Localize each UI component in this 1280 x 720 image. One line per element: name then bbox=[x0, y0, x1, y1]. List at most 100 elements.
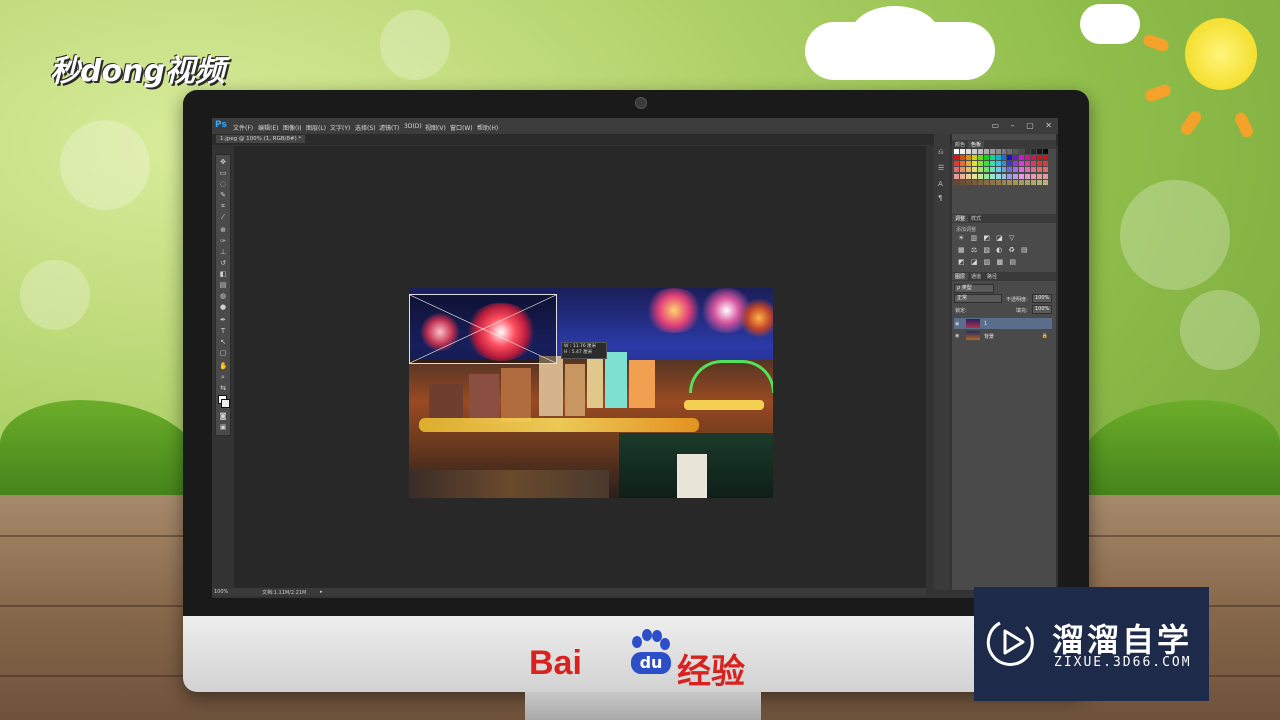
shape-tool-icon[interactable]: ▢ bbox=[219, 350, 227, 357]
swatch[interactable] bbox=[983, 161, 989, 167]
swatch[interactable] bbox=[971, 179, 977, 185]
screen-mode-icon[interactable]: ▣ bbox=[219, 424, 227, 431]
swatch[interactable] bbox=[1013, 173, 1019, 179]
swatch[interactable] bbox=[1031, 179, 1037, 185]
swatch[interactable] bbox=[959, 155, 965, 161]
workspace-icon[interactable]: ▭ bbox=[992, 121, 1000, 130]
swatch[interactable] bbox=[1037, 179, 1043, 185]
swatch[interactable] bbox=[954, 173, 959, 179]
swatch[interactable] bbox=[954, 149, 959, 154]
swatch[interactable] bbox=[1037, 173, 1043, 179]
history-icon[interactable]: ⎌ bbox=[938, 148, 946, 156]
swatch[interactable] bbox=[1025, 173, 1031, 179]
swatch[interactable] bbox=[1043, 155, 1048, 161]
quick-mask-icon[interactable]: ◙ bbox=[219, 413, 227, 420]
menu-file[interactable]: 文件(F) bbox=[233, 123, 253, 132]
swatch[interactable] bbox=[959, 173, 965, 179]
tab-color[interactable]: 颜色 bbox=[952, 141, 968, 148]
hand-tool-icon[interactable]: ✋ bbox=[219, 363, 228, 370]
gradient-tool-icon[interactable]: ▤ bbox=[219, 282, 227, 289]
menu-3d[interactable]: 3D(D) bbox=[404, 123, 422, 130]
swatch[interactable] bbox=[995, 179, 1001, 185]
swatch[interactable] bbox=[983, 179, 989, 185]
swatch[interactable] bbox=[1031, 161, 1037, 167]
swatch[interactable] bbox=[1013, 149, 1019, 154]
swatch[interactable] bbox=[1037, 161, 1043, 167]
adjustment-icons-row[interactable]: ◩ ◪ ▨ ▩ ▤ bbox=[958, 258, 1018, 266]
visibility-eye-icon[interactable]: ◉ bbox=[955, 333, 959, 339]
menu-window[interactable]: 窗口(W) bbox=[450, 123, 473, 132]
swatch[interactable] bbox=[1013, 155, 1019, 161]
swatch[interactable] bbox=[977, 167, 983, 173]
layer-row[interactable]: ◉ 1 bbox=[954, 318, 1052, 329]
swatch[interactable] bbox=[983, 155, 989, 161]
swatch[interactable] bbox=[1025, 149, 1031, 154]
tab-layers[interactable]: 图层 bbox=[952, 273, 969, 280]
swatch[interactable] bbox=[1025, 155, 1031, 161]
swatch[interactable] bbox=[1031, 167, 1037, 173]
swatch[interactable] bbox=[995, 167, 1001, 173]
swatch[interactable] bbox=[983, 149, 989, 154]
swatch[interactable] bbox=[965, 149, 971, 154]
lasso-tool-icon[interactable]: ◌ bbox=[219, 181, 227, 188]
marquee-tool-icon[interactable]: ▭ bbox=[219, 170, 227, 177]
swatch[interactable] bbox=[977, 179, 983, 185]
swatch[interactable] bbox=[995, 173, 1001, 179]
swatch[interactable] bbox=[1019, 173, 1025, 179]
swatch[interactable] bbox=[1013, 167, 1019, 173]
swatch[interactable] bbox=[1001, 161, 1007, 167]
swatch[interactable] bbox=[977, 149, 983, 154]
swatch[interactable] bbox=[1019, 161, 1025, 167]
pen-tool-icon[interactable]: ✒ bbox=[219, 317, 227, 324]
swatch[interactable] bbox=[1037, 155, 1043, 161]
history-brush-icon[interactable]: ↺ bbox=[219, 260, 227, 267]
menu-image[interactable]: 图像(I) bbox=[283, 123, 301, 132]
zoom-level[interactable]: 100% bbox=[214, 589, 228, 595]
menu-edit[interactable]: 编辑(E) bbox=[258, 123, 278, 132]
type-tool-icon[interactable]: T bbox=[219, 328, 227, 335]
swatch[interactable] bbox=[965, 179, 971, 185]
swatch[interactable] bbox=[1001, 149, 1007, 154]
swatch[interactable] bbox=[959, 149, 965, 154]
swatch[interactable] bbox=[1007, 167, 1013, 173]
menu-help[interactable]: 帮助(H) bbox=[477, 123, 498, 132]
swatch[interactable] bbox=[977, 161, 983, 167]
tab-styles[interactable]: 样式 bbox=[968, 215, 984, 222]
properties-icon[interactable]: ☰ bbox=[938, 164, 946, 172]
blend-mode-select[interactable]: 正常 bbox=[954, 294, 1002, 303]
swatch[interactable] bbox=[971, 167, 977, 173]
stamp-tool-icon[interactable]: ⊥ bbox=[219, 249, 227, 256]
canvas-photo[interactable]: W : 11.76 厘米 H : 5.47 厘米 bbox=[409, 288, 773, 498]
swatch[interactable] bbox=[971, 173, 977, 179]
opacity-input[interactable]: 100% bbox=[1032, 294, 1052, 303]
swap-colors-icon[interactable]: ⇆ bbox=[219, 385, 227, 392]
swatch[interactable] bbox=[1037, 149, 1043, 154]
swatch[interactable] bbox=[1019, 179, 1025, 185]
blur-tool-icon[interactable]: ◍ bbox=[219, 293, 227, 300]
swatch[interactable] bbox=[1007, 173, 1013, 179]
eyedropper-tool-icon[interactable]: ⁄ bbox=[219, 214, 227, 221]
swatch[interactable] bbox=[1025, 179, 1031, 185]
menu-select[interactable]: 选择(S) bbox=[355, 123, 376, 132]
zoom-tool-icon[interactable]: ⌕ bbox=[219, 374, 227, 381]
swatch[interactable] bbox=[954, 179, 959, 185]
swatch[interactable] bbox=[954, 161, 959, 167]
brush-tool-icon[interactable]: ✑ bbox=[219, 238, 227, 245]
tab-paths[interactable]: 路径 bbox=[984, 273, 1000, 280]
eraser-tool-icon[interactable]: ◧ bbox=[219, 271, 227, 278]
swatch[interactable] bbox=[977, 173, 983, 179]
character-icon[interactable]: A bbox=[938, 180, 946, 188]
swatch[interactable] bbox=[989, 173, 995, 179]
swatch[interactable] bbox=[971, 155, 977, 161]
swatch[interactable] bbox=[1037, 167, 1043, 173]
swatch[interactable] bbox=[965, 173, 971, 179]
tab-adjustments[interactable]: 调整 bbox=[952, 215, 969, 222]
crop-tool-icon[interactable]: ⌗ bbox=[219, 203, 227, 210]
swatch[interactable] bbox=[983, 173, 989, 179]
transform-selection[interactable] bbox=[409, 294, 557, 364]
canvas-area[interactable]: W : 11.76 厘米 H : 5.47 厘米 bbox=[234, 146, 926, 590]
swatch[interactable] bbox=[989, 161, 995, 167]
swatch[interactable] bbox=[971, 149, 977, 154]
swatch[interactable] bbox=[995, 161, 1001, 167]
minimize-icon[interactable]: – bbox=[1011, 121, 1015, 130]
